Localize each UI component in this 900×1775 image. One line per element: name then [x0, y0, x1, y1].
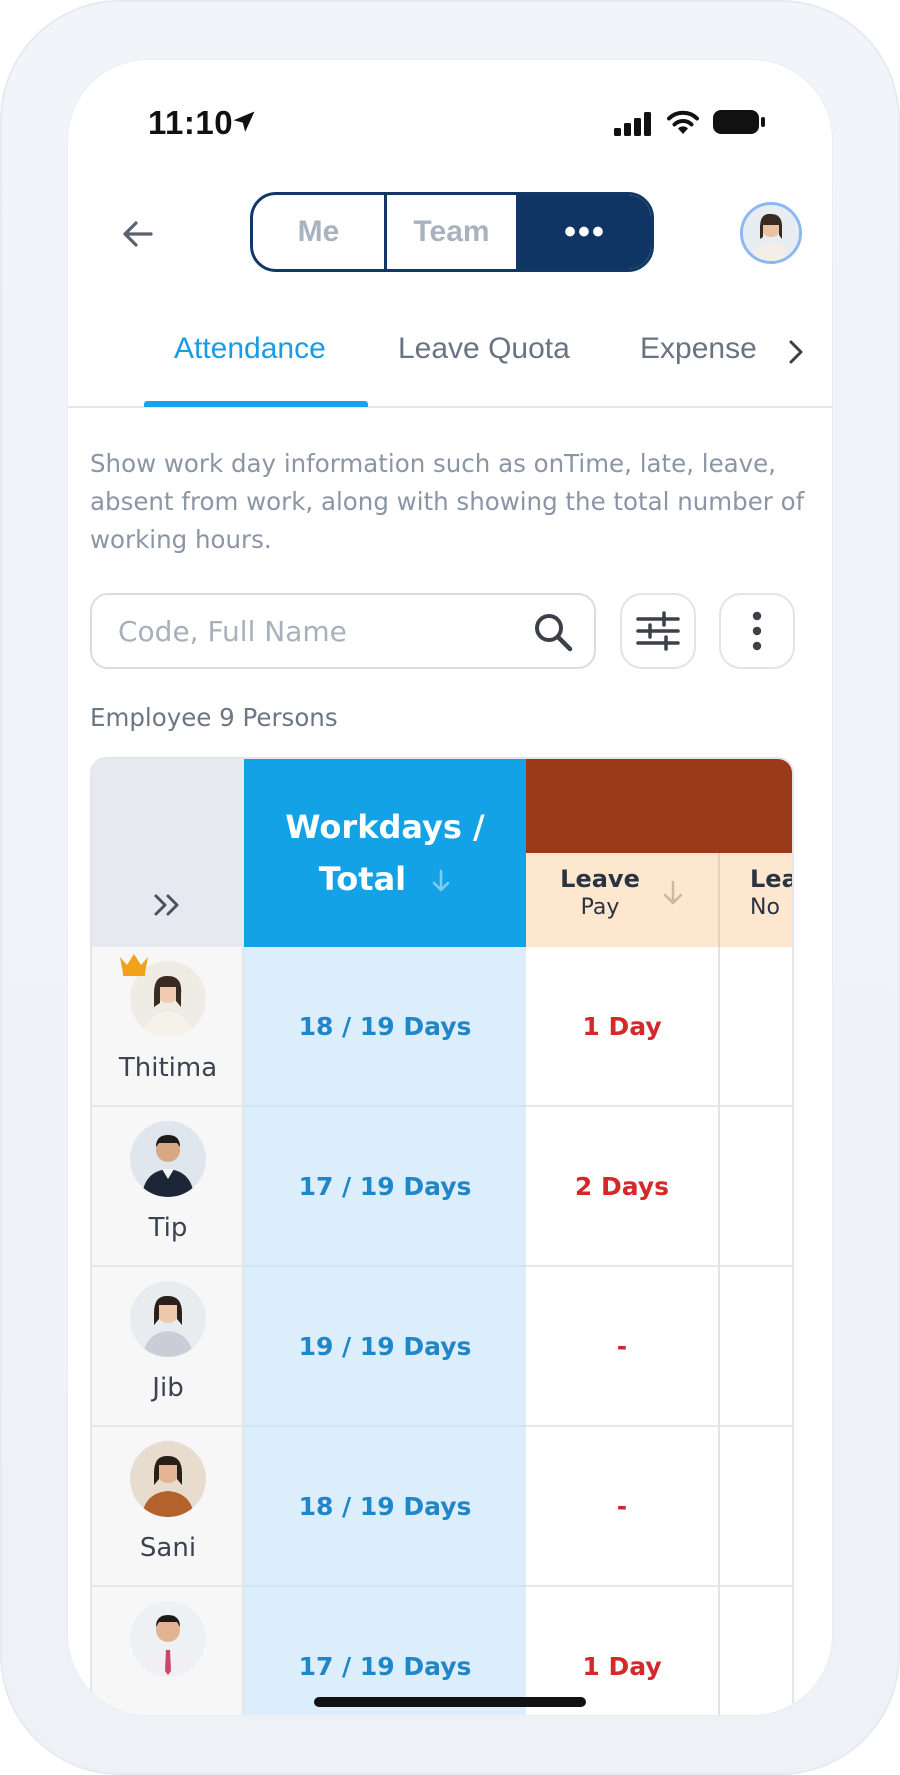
sliders-icon — [636, 611, 680, 651]
status-time: 11:10 — [148, 104, 234, 141]
arrow-left-icon — [123, 221, 153, 247]
workdays-header-line1: Workdays / — [285, 808, 485, 846]
leave-group-header — [526, 759, 792, 853]
table-row[interactable]: Tip 17 / 19 Days 2 Days — [92, 1107, 792, 1267]
tab-expense[interactable]: Expense — [640, 332, 757, 366]
wifi-icon — [667, 110, 699, 134]
double-chevron-right-icon — [154, 894, 179, 916]
tab-attendance[interactable]: Attendance — [174, 332, 326, 366]
leave-no-pay-cell — [720, 1587, 792, 1715]
profile-photo-icon — [743, 205, 799, 261]
table-row[interactable]: Thitima 18 / 19 Days 1 Day — [92, 947, 792, 1107]
sort-down-icon — [663, 880, 683, 904]
search-icon[interactable] — [532, 611, 574, 653]
workdays-cell: 17 / 19 Days — [244, 1587, 526, 1715]
expand-columns-button[interactable] — [92, 759, 244, 947]
workdays-column-header[interactable]: Workdays / Total — [244, 759, 526, 947]
employee-name-cell: Tip — [92, 1107, 244, 1267]
employee-name: Thitima — [118, 1053, 218, 1083]
leave-pay-cell: - — [526, 1427, 720, 1587]
filter-button[interactable] — [620, 593, 696, 669]
segment-more[interactable]: ••• — [519, 195, 651, 269]
more-vertical-icon — [752, 611, 762, 651]
leave-no-pay-column-header[interactable]: Leave No — [720, 853, 792, 947]
workdays-cell: 18 / 19 Days — [244, 947, 526, 1107]
employee-avatar — [130, 1601, 206, 1677]
device-frame: 11:10 Me Team ••• Attendance Leave Quota… — [0, 0, 900, 1775]
employee-photo-icon — [130, 1281, 206, 1357]
tab-leave-quota[interactable]: Leave Quota — [398, 332, 570, 366]
leave-no-pay-cell — [720, 1267, 792, 1427]
employee-name: Tip — [148, 1213, 188, 1243]
employee-name: Sani — [139, 1533, 197, 1563]
leave-no-pay-cell — [720, 1427, 792, 1587]
search-input[interactable] — [118, 614, 518, 648]
leave-pay-cell: 2 Days — [526, 1107, 720, 1267]
employee-avatar — [130, 1441, 206, 1517]
table-row[interactable]: Jib 19 / 19 Days - — [92, 1267, 792, 1427]
leave-pay-cell: - — [526, 1267, 720, 1427]
employee-name-cell — [92, 1587, 244, 1715]
employee-avatar — [130, 1281, 206, 1357]
active-tab-indicator — [144, 401, 368, 407]
employee-photo-icon — [130, 1601, 206, 1677]
employee-name-cell: Jib — [92, 1267, 244, 1427]
employee-photo-icon — [130, 1441, 206, 1517]
segment-team[interactable]: Team — [387, 195, 519, 269]
workdays-cell: 17 / 19 Days — [244, 1107, 526, 1267]
leave-pay-header-sub: Pay — [580, 895, 620, 920]
employee-photo-icon — [130, 1121, 206, 1197]
sort-down-icon — [433, 869, 450, 892]
section-tabs: Attendance Leave Quota Expense — [68, 322, 832, 408]
employee-name-cell: Sani — [92, 1427, 244, 1587]
chevron-right-icon[interactable] — [784, 338, 808, 366]
leave-no-pay-cell — [720, 947, 792, 1107]
view-segmented-control: Me Team ••• — [250, 192, 654, 272]
segment-me[interactable]: Me — [253, 195, 387, 269]
leave-pay-cell: 1 Day — [526, 1587, 720, 1715]
battery-icon — [713, 110, 765, 134]
workdays-cell: 19 / 19 Days — [244, 1267, 526, 1427]
location-arrow-icon — [233, 111, 255, 132]
employee-name: Jib — [152, 1373, 184, 1403]
leave-no-pay-cell — [720, 1107, 792, 1267]
attendance-table: Workdays / Total Leave Pay Le No Thitima… — [90, 757, 794, 1715]
workdays-cell: 18 / 19 Days — [244, 1427, 526, 1587]
leave-no-header-sub: No — [750, 895, 780, 920]
search-box — [90, 593, 596, 669]
crown-icon — [120, 954, 148, 976]
employee-name-cell: Thitima — [92, 947, 244, 1107]
leave-no-header-title: Leave — [750, 865, 792, 893]
table-row[interactable]: Sani 18 / 19 Days - — [92, 1427, 792, 1587]
workdays-header-line2: Total — [318, 860, 407, 898]
leave-pay-header-title: Leave — [560, 865, 640, 893]
app-screen: 11:10 Me Team ••• Attendance Leave Quota… — [68, 60, 832, 1715]
table-row[interactable]: 17 / 19 Days 1 Day — [92, 1587, 792, 1715]
leave-pay-cell: 1 Day — [526, 947, 720, 1107]
more-options-button[interactable] — [719, 593, 795, 669]
profile-avatar[interactable] — [740, 202, 802, 264]
home-indicator — [314, 1697, 586, 1707]
back-button[interactable] — [116, 212, 160, 256]
cellular-signal-icon — [614, 112, 651, 136]
workdays-header-line2-wrap: Total — [319, 853, 452, 905]
status-bar: 11:10 — [68, 60, 832, 170]
employee-avatar — [130, 1121, 206, 1197]
section-description: Show work day information such as onTime… — [90, 449, 805, 554]
leave-pay-column-header[interactable]: Leave Pay — [526, 853, 720, 947]
employee-count: Employee 9 Persons — [90, 703, 338, 732]
